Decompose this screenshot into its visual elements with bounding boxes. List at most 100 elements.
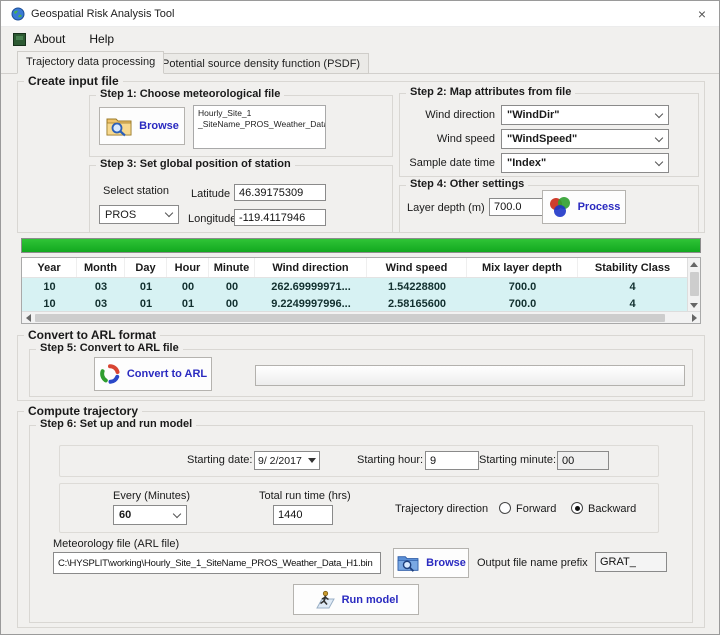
convert-to-arl-label: Convert to ARL	[127, 368, 207, 380]
col-wind-speed[interactable]: Wind speed	[367, 258, 467, 277]
rgb-circles-icon	[548, 196, 572, 218]
chevron-down-icon	[655, 157, 663, 165]
tab-trajectory-data-processing[interactable]: Trajectory data processing	[17, 51, 164, 74]
about-icon	[13, 33, 26, 46]
chevron-down-icon	[165, 209, 173, 217]
every-minutes-label: Every (Minutes)	[113, 490, 190, 502]
close-button[interactable]: ×	[685, 1, 719, 27]
convert-arl-title: Convert to ARL format	[24, 328, 160, 342]
blue-folder-search-icon	[396, 554, 420, 573]
runner-icon	[314, 590, 336, 610]
backward-label: Backward	[588, 503, 636, 515]
total-run-time-label: Total run time (hrs)	[259, 490, 351, 502]
tab-psdf[interactable]: Potential source density function (PSDF)	[153, 53, 369, 74]
horizontal-scroll-thumb[interactable]	[35, 314, 665, 322]
col-month[interactable]: Month	[77, 258, 125, 277]
cell: 00	[209, 278, 255, 295]
arrow-left-icon	[26, 314, 31, 322]
table-header-row: Year Month Day Hour Minute Wind directio…	[22, 258, 687, 278]
weather-data-table: Year Month Day Hour Minute Wind directio…	[21, 257, 701, 324]
run-model-button[interactable]: Run model	[293, 584, 419, 615]
wind-speed-select[interactable]: "WindSpeed"	[501, 129, 669, 149]
step5-title: Step 5: Convert to ARL file	[36, 342, 183, 354]
cell: 01	[125, 295, 167, 312]
trajectory-direction-label: Trajectory direction	[395, 503, 488, 515]
starting-date-picker[interactable]: 9/ 2/2017	[254, 451, 320, 470]
starting-hour-field[interactable]	[425, 451, 479, 470]
arrow-up-icon	[690, 262, 698, 267]
col-mix-layer-depth[interactable]: Mix layer depth	[467, 258, 578, 277]
arrow-right-icon	[692, 314, 697, 322]
process-label: Process	[578, 201, 621, 213]
browse-met-file-button[interactable]: Browse	[99, 107, 185, 145]
output-prefix-field[interactable]	[595, 552, 667, 572]
arl-file-field[interactable]	[53, 552, 381, 574]
color-cycle-icon	[99, 363, 121, 385]
met-file-line2: _SiteName_PROS_Weather_Data.csv	[198, 119, 321, 130]
station-value: PROS	[105, 209, 166, 221]
wind-direction-select[interactable]: "WindDir"	[501, 105, 669, 125]
vertical-scrollbar[interactable]	[687, 258, 700, 311]
starting-date-label: Starting date:	[187, 454, 252, 466]
forward-radio[interactable]	[499, 502, 511, 514]
scroll-up-button[interactable]	[688, 258, 700, 270]
met-file-line1: Hourly_Site_1	[198, 108, 321, 119]
cell: 01	[125, 278, 167, 295]
cell: 4	[578, 278, 687, 295]
output-prefix-label: Output file name prefix	[477, 557, 588, 569]
total-run-time-field[interactable]	[273, 505, 333, 525]
cell: 700.0	[467, 295, 578, 312]
scroll-down-button[interactable]	[688, 299, 700, 311]
col-wind-direction[interactable]: Wind direction	[255, 258, 367, 277]
table-row[interactable]: 10 03 01 01 00 9.2249997996... 2.5816560…	[22, 295, 687, 312]
sample-date-time-select[interactable]: "Index"	[501, 153, 669, 173]
process-button[interactable]: Process	[542, 190, 626, 224]
forward-label: Forward	[516, 503, 556, 515]
sample-date-time-label: Sample date time	[399, 157, 495, 169]
step1-title: Step 1: Choose meteorological file	[96, 88, 284, 100]
layer-depth-label: Layer depth (m)	[407, 202, 485, 214]
compute-trajectory-title: Compute trajectory	[24, 404, 142, 418]
browse-met-file-label: Browse	[139, 120, 179, 132]
layer-depth-field[interactable]	[489, 198, 545, 216]
cell: 9.2249997996...	[255, 295, 367, 312]
menu-about[interactable]: About	[26, 28, 73, 50]
col-day[interactable]: Day	[125, 258, 167, 277]
table-row[interactable]: 10 03 01 00 00 262.69999971... 1.5422880…	[22, 278, 687, 295]
convert-to-arl-button[interactable]: Convert to ARL	[94, 357, 212, 391]
cell: 1.54228800	[367, 278, 467, 295]
horizontal-scrollbar[interactable]	[22, 311, 700, 323]
dropdown-arrow-icon	[308, 458, 316, 463]
tab-strip: Trajectory data processing Potential sou…	[1, 51, 719, 74]
step2-title: Step 2: Map attributes from file	[406, 86, 575, 98]
wind-speed-value: "WindSpeed"	[507, 133, 656, 145]
step6-title: Step 6: Set up and run model	[36, 418, 196, 430]
col-stability-class[interactable]: Stability Class	[578, 258, 687, 277]
browse-arl-file-label: Browse	[426, 557, 466, 569]
vertical-scroll-thumb[interactable]	[690, 272, 699, 296]
step3-title: Step 3: Set global position of station	[96, 158, 295, 170]
latitude-field[interactable]	[234, 184, 326, 201]
menu-help[interactable]: Help	[81, 28, 122, 50]
starting-minute-field[interactable]	[557, 451, 609, 470]
cell: 2.58165600	[367, 295, 467, 312]
chevron-down-icon	[173, 509, 181, 517]
window-title: Geospatial Risk Analysis Tool	[31, 8, 174, 20]
every-minutes-select[interactable]: 60	[113, 505, 187, 525]
process-progress-bar	[21, 238, 701, 253]
latitude-label: Latitude	[191, 188, 230, 200]
create-input-file-title: Create input file	[24, 74, 123, 88]
every-minutes-value: 60	[119, 509, 174, 521]
scroll-right-button[interactable]	[688, 312, 700, 323]
browse-arl-file-button[interactable]: Browse	[393, 548, 469, 578]
station-select[interactable]: PROS	[99, 205, 179, 224]
col-hour[interactable]: Hour	[167, 258, 209, 277]
col-minute[interactable]: Minute	[209, 258, 255, 277]
longitude-field[interactable]	[234, 209, 326, 226]
cell: 03	[77, 278, 125, 295]
menu-bar: About Help	[1, 27, 719, 51]
app-window: Geospatial Risk Analysis Tool × About He…	[0, 0, 720, 635]
col-year[interactable]: Year	[22, 258, 77, 277]
backward-radio[interactable]	[571, 502, 583, 514]
scroll-left-button[interactable]	[22, 312, 34, 323]
